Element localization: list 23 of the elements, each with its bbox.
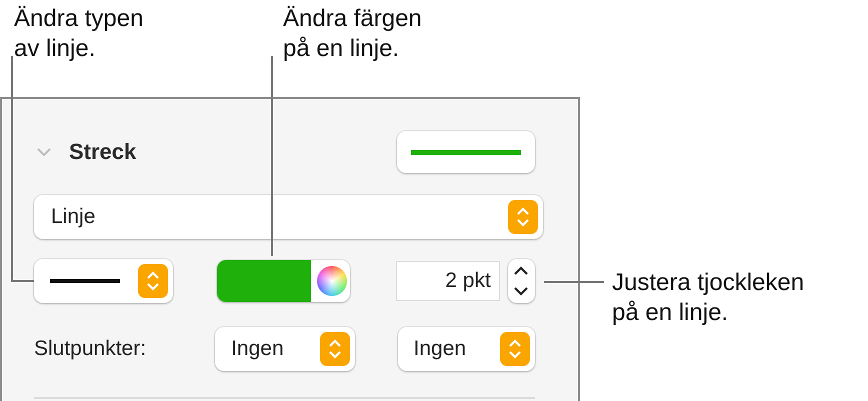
stepper-icon bbox=[320, 332, 350, 366]
up-down-chevron-icon bbox=[513, 265, 530, 297]
endpoint-popup[interactable]: Ingen bbox=[398, 327, 535, 371]
endpoints-label: Slutpunkter: bbox=[34, 337, 148, 361]
stroke-preview-button[interactable] bbox=[397, 131, 535, 173]
stepper-icon bbox=[138, 264, 168, 298]
line-sample-icon bbox=[50, 279, 120, 283]
section-title: Streck bbox=[69, 139, 136, 165]
callout-text: Ändra färgen på en linje. bbox=[283, 4, 422, 64]
leader-line bbox=[544, 281, 604, 283]
color-well[interactable] bbox=[216, 260, 350, 302]
color-wheel-icon bbox=[316, 266, 347, 296]
stepper-icon bbox=[508, 200, 538, 234]
endpoint-popup[interactable]: Ingen bbox=[215, 327, 355, 371]
callout-text: Ändra typen av linje. bbox=[14, 4, 144, 64]
line-style-popup[interactable] bbox=[34, 259, 173, 303]
callout-text: Justera tjockleken på en linje. bbox=[612, 268, 804, 328]
collapse-chevron-icon[interactable] bbox=[37, 148, 51, 156]
stepper-icon bbox=[500, 332, 530, 366]
width-stepper[interactable] bbox=[508, 259, 535, 303]
width-field[interactable]: 2 pkt bbox=[396, 261, 500, 301]
line-sample-icon bbox=[411, 150, 521, 154]
line-type-popup[interactable]: Linje bbox=[34, 195, 543, 239]
